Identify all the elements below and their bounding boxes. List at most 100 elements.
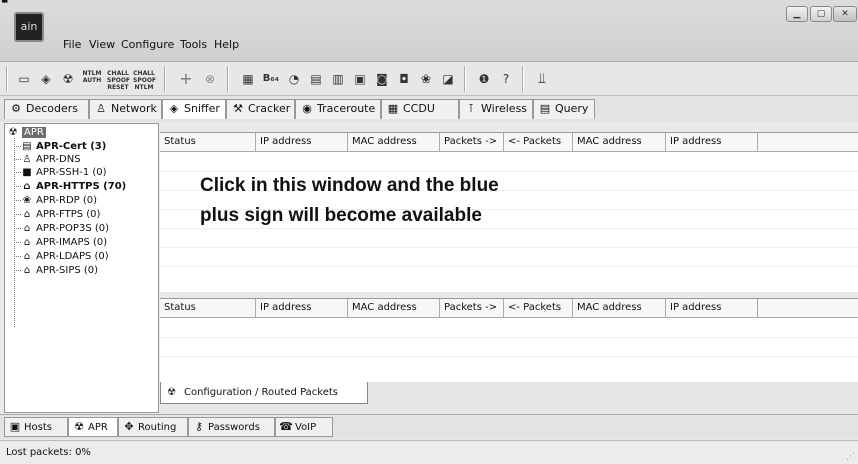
tab-hosts[interactable]: ▣ Hosts bbox=[4, 417, 68, 437]
tab-sniffer[interactable]: ◈ Sniffer bbox=[162, 99, 226, 119]
chall-spoof-ntlm-icon[interactable]: CHALL SPOOF NTLM bbox=[132, 68, 156, 91]
column-header-ip-address[interactable]: IP address bbox=[256, 133, 348, 152]
menu-configure[interactable]: Configure bbox=[121, 38, 174, 51]
tree-item-apr-ftps[interactable]: ⌂ APR-FTPS (0) bbox=[21, 208, 101, 221]
tree-item-apr-ldaps[interactable]: ⌂ APR-LDAPS (0) bbox=[21, 250, 109, 263]
row-divider bbox=[160, 266, 858, 267]
apr-routed-packets-table[interactable]: Status IP address MAC address Packets ->… bbox=[160, 298, 858, 382]
exit-icon[interactable]: ⫫ bbox=[532, 68, 552, 90]
apr-connections-table[interactable]: Status IP address MAC address Packets ->… bbox=[160, 132, 858, 292]
radiation-icon: ☢ bbox=[167, 387, 176, 398]
tab-traceroute[interactable]: ◉ Traceroute bbox=[295, 99, 381, 119]
add-plus-icon[interactable]: + bbox=[176, 68, 196, 90]
tree-item-apr-pop3s[interactable]: ⌂ APR-POP3S (0) bbox=[21, 222, 109, 235]
column-header-ip-address-2[interactable]: IP address bbox=[666, 299, 758, 318]
lock-icon: ⌂ bbox=[23, 181, 31, 192]
tab-routing[interactable]: ✥ Routing bbox=[118, 417, 188, 437]
column-header-ip-address-2[interactable]: IP address bbox=[666, 133, 758, 152]
radiation-icon: ☢ bbox=[74, 420, 84, 433]
access-database-icon[interactable]: ▤ bbox=[306, 68, 326, 90]
tab-network[interactable]: ♙ Network bbox=[89, 99, 162, 119]
row-divider bbox=[160, 171, 858, 172]
apr-tree-panel[interactable]: ☢ APR ▤ APR-Cert (3) ♙ APR-DNS ■ APR-SSH-1 (… bbox=[4, 123, 159, 413]
resize-grip-icon[interactable]: ⋰ bbox=[846, 452, 855, 462]
help-icon[interactable]: ? bbox=[496, 68, 516, 90]
apr-icon[interactable]: ☢ bbox=[58, 68, 78, 90]
certificate-icon: ▤ bbox=[22, 141, 32, 152]
base64-decoder-icon[interactable]: B₆₄ bbox=[260, 68, 282, 90]
column-header-ip-address[interactable]: IP address bbox=[256, 299, 348, 318]
tree-root-apr[interactable]: ☢ APR bbox=[7, 126, 46, 139]
network-enum-icon[interactable]: ❀ bbox=[416, 68, 436, 90]
tab-decoders[interactable]: ⚙ Decoders bbox=[4, 99, 89, 119]
wireless-key-icon[interactable]: ◘ bbox=[394, 68, 414, 90]
close-button[interactable]: ✕ bbox=[833, 6, 857, 22]
minimize-button[interactable]: ▁ bbox=[786, 6, 808, 22]
column-header-status[interactable]: Status bbox=[160, 133, 256, 152]
sub-tab-bar: ☢ Configuration / Routed Packets bbox=[160, 382, 858, 413]
tree-item-apr-dns[interactable]: ♙ APR-DNS bbox=[21, 153, 81, 166]
info-icon[interactable]: ❶ bbox=[474, 68, 494, 90]
column-header-mac-address-2[interactable]: MAC address bbox=[573, 133, 666, 152]
traceroute-icon: ◉ bbox=[302, 102, 312, 115]
remove-icon[interactable]: ⊗ bbox=[200, 68, 220, 90]
cracker-icon: ⚒ bbox=[233, 102, 243, 115]
tab-cracker[interactable]: ⚒ Cracker bbox=[226, 99, 295, 119]
open-icon[interactable]: ▭ bbox=[14, 68, 34, 90]
tree-connector bbox=[14, 159, 21, 160]
cisco-type7-icon[interactable]: ▣ bbox=[350, 68, 370, 90]
menu-view[interactable]: View bbox=[89, 38, 115, 51]
row-divider bbox=[160, 356, 858, 357]
tree-item-apr-rdp[interactable]: ❀ APR-RDP (0) bbox=[21, 194, 97, 207]
tab-ccdu[interactable]: ▦ CCDU bbox=[381, 99, 459, 119]
maximize-button[interactable]: ▢ bbox=[810, 6, 832, 22]
tab-wireless[interactable]: ⊺ Wireless bbox=[459, 99, 533, 119]
terminal-icon: ■ bbox=[22, 167, 32, 178]
lsa-secrets-icon[interactable]: ◔ bbox=[284, 68, 304, 90]
certificate-icon[interactable]: ◪ bbox=[438, 68, 458, 90]
tree-item-apr-ssh-1[interactable]: ■ APR-SSH-1 (0) bbox=[21, 166, 106, 179]
tab-label: Cracker bbox=[248, 102, 291, 115]
column-header-packets-out[interactable]: Packets -> bbox=[440, 133, 504, 152]
tab-query[interactable]: ▤ Query bbox=[533, 99, 595, 119]
column-header-packets-in[interactable]: <- Packets bbox=[504, 133, 573, 152]
sub-tab-label: Configuration / Routed Packets bbox=[183, 387, 338, 398]
tree-item-label: APR-DNS bbox=[36, 154, 81, 165]
column-header-mac-address[interactable]: MAC address bbox=[348, 133, 440, 152]
tree-item-apr-imaps[interactable]: ⌂ APR-IMAPS (0) bbox=[21, 236, 107, 249]
radiation-icon: ☢ bbox=[8, 127, 18, 138]
tab-label: APR bbox=[88, 422, 108, 433]
hash-calculator-icon[interactable]: ▦ bbox=[238, 68, 258, 90]
column-header-mac-address-2[interactable]: MAC address bbox=[573, 299, 666, 318]
tree-connector bbox=[14, 138, 15, 327]
menu-file[interactable]: File bbox=[63, 38, 81, 51]
tab-configuration-routed-packets[interactable]: ☢ Configuration / Routed Packets bbox=[160, 382, 368, 404]
tree-item-apr-https[interactable]: ⌂ APR-HTTPS (70) bbox=[21, 180, 126, 193]
tree-connector bbox=[14, 228, 21, 229]
system-menu-icon[interactable]: ▀ bbox=[2, 0, 10, 7]
tree-item-apr-cert[interactable]: ▤ APR-Cert (3) bbox=[21, 140, 106, 153]
menu-tools[interactable]: Tools bbox=[180, 38, 207, 51]
query-icon: ▤ bbox=[539, 102, 551, 115]
box-revealer-icon[interactable]: ▥ bbox=[328, 68, 348, 90]
column-header-status[interactable]: Status bbox=[160, 299, 256, 318]
wireless-icon: ⊺ bbox=[468, 102, 474, 115]
column-header-packets-out[interactable]: Packets -> bbox=[440, 299, 504, 318]
ntlm-auth-icon[interactable]: NTLM AUTH bbox=[80, 68, 104, 90]
tree-connector bbox=[14, 146, 21, 147]
tab-voip[interactable]: ☎ VoIP bbox=[275, 417, 333, 437]
column-header-packets-in[interactable]: <- Packets bbox=[504, 299, 573, 318]
column-header-mac-address[interactable]: MAC address bbox=[348, 299, 440, 318]
tree-item-apr-sips[interactable]: ⌂ APR-SIPS (0) bbox=[21, 264, 98, 277]
menu-help[interactable]: Help bbox=[214, 38, 239, 51]
tree-item-label: APR-RDP (0) bbox=[36, 195, 98, 206]
sniffer-icon[interactable]: ◈ bbox=[36, 68, 56, 90]
toolbar: ▭ ◈ ☢ NTLM AUTH CHALL SPOOF RESET CHALL … bbox=[0, 62, 858, 96]
tab-passwords[interactable]: ⚷ Passwords bbox=[188, 417, 275, 437]
tab-apr[interactable]: ☢ APR bbox=[68, 417, 118, 437]
chall-spoof-reset-icon[interactable]: CHALL SPOOF RESET bbox=[106, 68, 130, 91]
tree-item-label: APR-LDAPS (0) bbox=[36, 251, 109, 262]
vnc-decoder-icon[interactable]: ◙ bbox=[372, 68, 392, 90]
keys-icon: ⚷ bbox=[194, 420, 204, 433]
tab-label: Query bbox=[555, 102, 589, 115]
